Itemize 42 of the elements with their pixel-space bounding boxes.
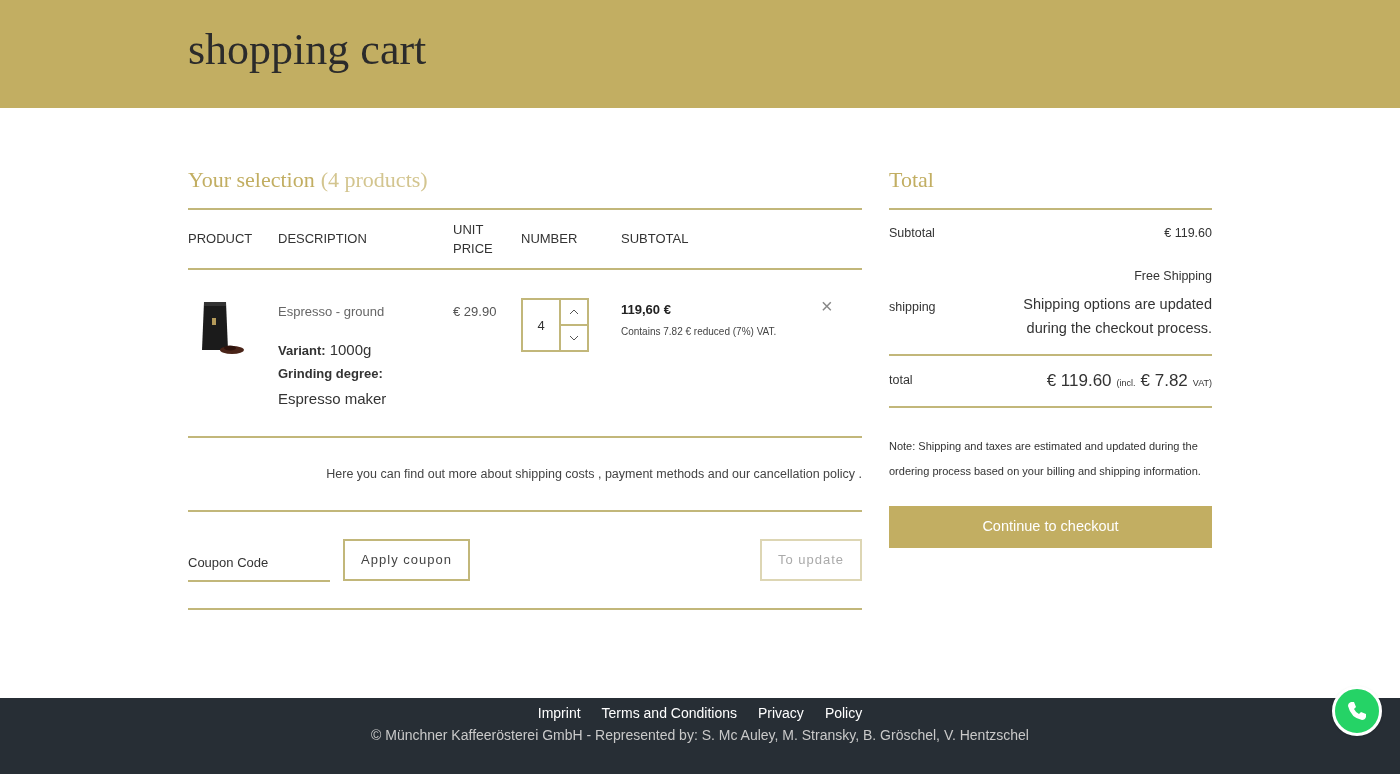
phone-icon: [1345, 699, 1369, 723]
variant-value: 1000g: [329, 339, 372, 360]
total-label: total: [889, 372, 913, 390]
remove-button[interactable]: ×: [821, 296, 833, 316]
chat-button[interactable]: [1332, 686, 1382, 736]
vat-label: VAT): [1192, 376, 1212, 390]
page-title: shopping cart: [188, 28, 427, 72]
total-value: € 119.60: [1046, 369, 1112, 392]
column-header: NUMBER: [521, 230, 579, 249]
product-name[interactable]: Espresso - ground: [278, 302, 453, 322]
unit-price: € 29.90: [453, 303, 498, 321]
footer-link[interactable]: Terms and Conditions: [601, 703, 737, 724]
incl-label: (incl.: [1116, 376, 1136, 390]
coupon-field[interactable]: Coupon Code: [188, 538, 330, 582]
footer-link[interactable]: Imprint: [537, 703, 581, 724]
shipping-note: Shipping options are updated during the checkout process.: [1022, 294, 1212, 338]
chevron-up-icon: [569, 309, 579, 315]
shipping-method: Free Shipping: [1134, 267, 1212, 285]
totals-note: Note: Shipping and taxes are estimated and updated during the ordering process based on your billing and shipping information.: [889, 438, 1202, 479]
totals-title: Total: [889, 166, 934, 194]
line-subtotal: 119,60 €: [621, 301, 672, 319]
variant-label: Variant:: [278, 341, 326, 360]
subtotal-value: € 119.60: [1164, 225, 1212, 242]
apply-coupon-button[interactable]: Apply coupon: [343, 539, 470, 581]
column-header: DESCRIPTION: [278, 230, 368, 249]
chevron-down-icon: [569, 335, 579, 341]
column-header: PRODUCT: [188, 230, 254, 249]
column-header: UNIT PRICE: [453, 221, 494, 258]
copyright-text: © Münchner Kaffeerösterei GmbH - Represented by: S. Mc Auley, M. Stransky, B. Gröschel, V. Hentzschel: [371, 726, 1029, 745]
vat-amount: € 7.82: [1140, 369, 1188, 392]
subtotal-label: Subtotal: [889, 225, 935, 242]
footer-link[interactable]: Privacy: [757, 703, 804, 724]
info-text: Here you can find out more about shipping costs , payment methods and our cancellation policy .: [326, 465, 862, 483]
tax-note: Contains 7.82 € reduced (7%) VAT.: [621, 324, 778, 339]
column-header: SUBTOTAL: [621, 230, 690, 249]
grinding-value: Espresso maker: [278, 388, 388, 409]
product-count: (4 products): [320, 166, 428, 194]
shipping-label: shipping: [889, 298, 936, 316]
quantity-field[interactable]: 4: [521, 298, 561, 352]
section-title: Your selection: [188, 166, 315, 194]
footer-link[interactable]: Policy: [824, 703, 863, 724]
grinding-label: Grinding degree:: [278, 365, 384, 383]
